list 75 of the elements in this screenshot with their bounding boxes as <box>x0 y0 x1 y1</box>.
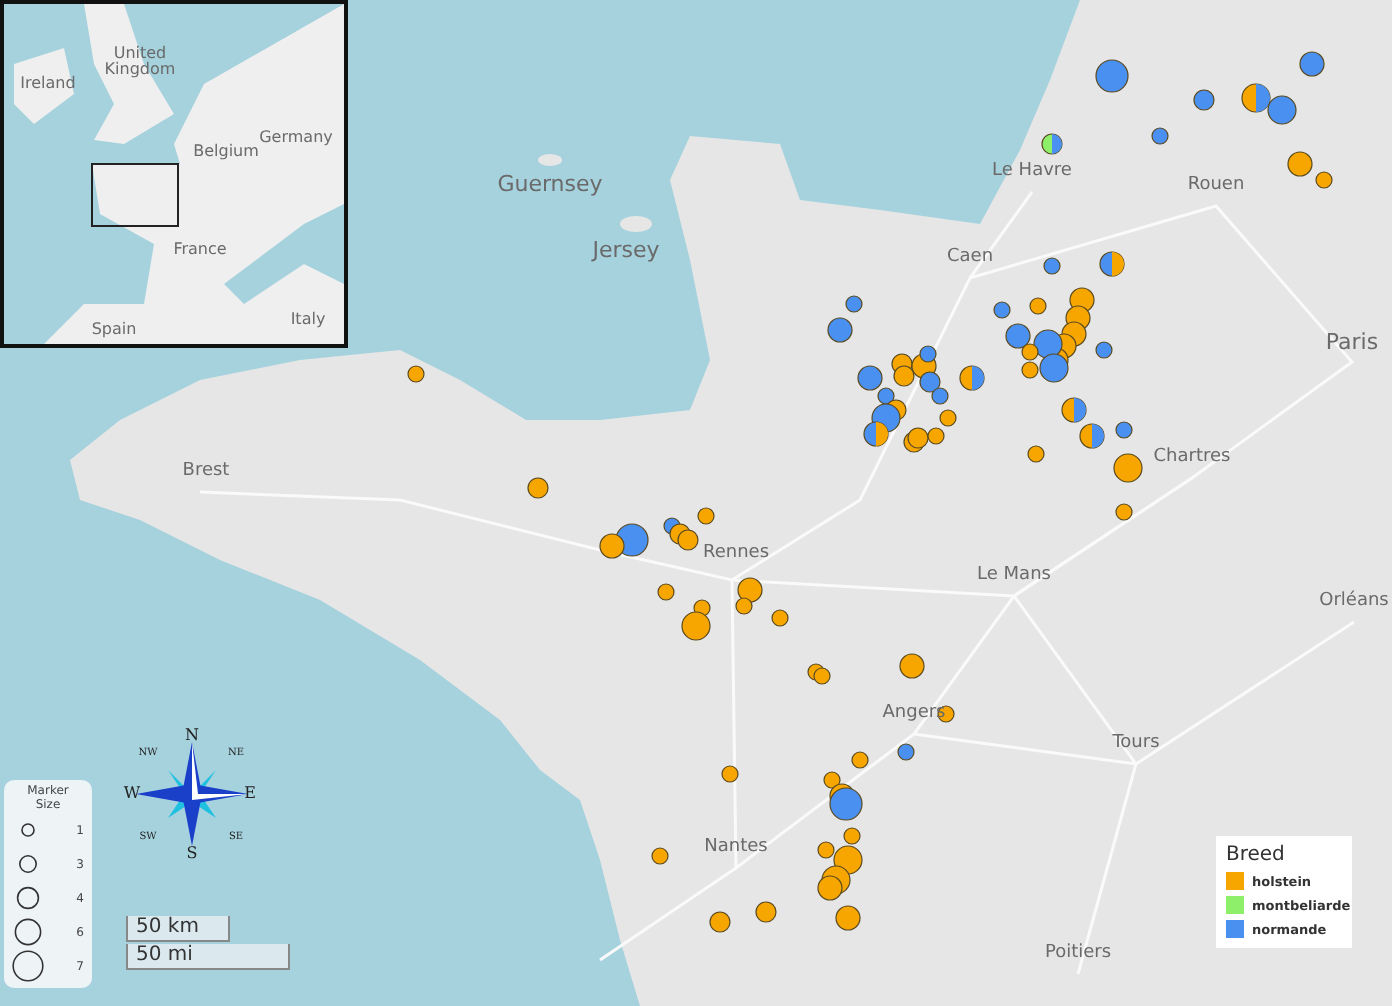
map-marker <box>1151 127 1169 145</box>
place-label: Jersey <box>592 239 660 261</box>
map-marker <box>897 743 915 761</box>
map-marker <box>1027 445 1045 463</box>
map-marker <box>1299 51 1325 77</box>
pie-marker <box>863 421 889 447</box>
map-marker <box>835 905 861 931</box>
map-marker <box>599 533 625 559</box>
map-marker <box>845 295 863 313</box>
map-marker <box>993 301 1011 319</box>
map-marker <box>407 365 425 383</box>
map-marker <box>709 911 731 933</box>
place-label: Paris <box>1325 331 1379 353</box>
map-marker <box>651 847 669 865</box>
pie-marker <box>959 365 985 391</box>
compass-rose-icon <box>136 742 248 846</box>
map-marker <box>677 529 699 551</box>
map-marker <box>755 901 777 923</box>
place-label: Poitiers <box>1044 945 1112 963</box>
map-marker <box>813 667 831 685</box>
country-label: France <box>173 242 227 258</box>
country-label: Belgium <box>193 144 259 160</box>
map-marker <box>697 507 715 525</box>
map-marker <box>721 765 739 783</box>
map-marker <box>657 583 675 601</box>
map-marker <box>827 317 853 343</box>
map-marker <box>771 609 789 627</box>
size-circle-icon <box>12 916 44 949</box>
map-marker <box>1095 59 1129 93</box>
place-label: Le Mans <box>977 567 1051 585</box>
country-label: Italy <box>290 312 326 328</box>
country-label: Germany <box>259 130 333 146</box>
map-marker <box>1193 89 1215 111</box>
country-label: Spain <box>91 322 137 338</box>
map-marker <box>1029 297 1047 315</box>
map-marker <box>927 427 945 445</box>
place-label: Caen <box>946 249 994 267</box>
place-label: Tours <box>1112 735 1160 753</box>
compass-label: N <box>185 726 199 745</box>
size-circle-icon <box>12 882 44 915</box>
map-marker <box>527 477 549 499</box>
compass-label: W <box>123 784 141 803</box>
place-label: Nantes <box>704 839 768 857</box>
country-label: Ireland <box>20 76 76 92</box>
pie-marker <box>1099 251 1125 277</box>
map-marker <box>939 409 957 427</box>
place-label: Rennes <box>702 545 770 563</box>
place-label: Chartres <box>1153 449 1231 467</box>
map-marker <box>1115 503 1133 521</box>
scale-bar: 50 km <box>126 916 230 942</box>
map-marker <box>817 875 843 901</box>
place-label: Brest <box>182 463 230 481</box>
place-label: Guernsey <box>497 173 603 195</box>
map-marker <box>899 653 925 679</box>
place-label: Rouen <box>1187 177 1245 195</box>
pie-marker <box>1061 397 1087 423</box>
pie-marker <box>1241 83 1271 113</box>
map-marker <box>931 387 949 405</box>
place-label: Orléans <box>1319 593 1389 611</box>
map-marker <box>919 371 941 393</box>
map-marker <box>851 751 869 769</box>
map-marker <box>1113 453 1143 483</box>
compass-label: S <box>186 844 198 863</box>
pie-marker <box>1041 133 1063 155</box>
extent-rectangle <box>91 163 179 227</box>
legend-title: Breed <box>1226 844 1287 866</box>
compass-label: E <box>244 784 256 803</box>
country-label: United Kingdom <box>102 46 178 78</box>
scale-bar: 50 mi <box>126 944 290 970</box>
map-marker <box>893 365 915 387</box>
map-marker <box>1115 421 1133 439</box>
map-marker <box>1043 257 1061 275</box>
size-circle-icon <box>12 950 44 983</box>
map-marker <box>1095 341 1113 359</box>
pie-marker <box>1079 423 1105 449</box>
